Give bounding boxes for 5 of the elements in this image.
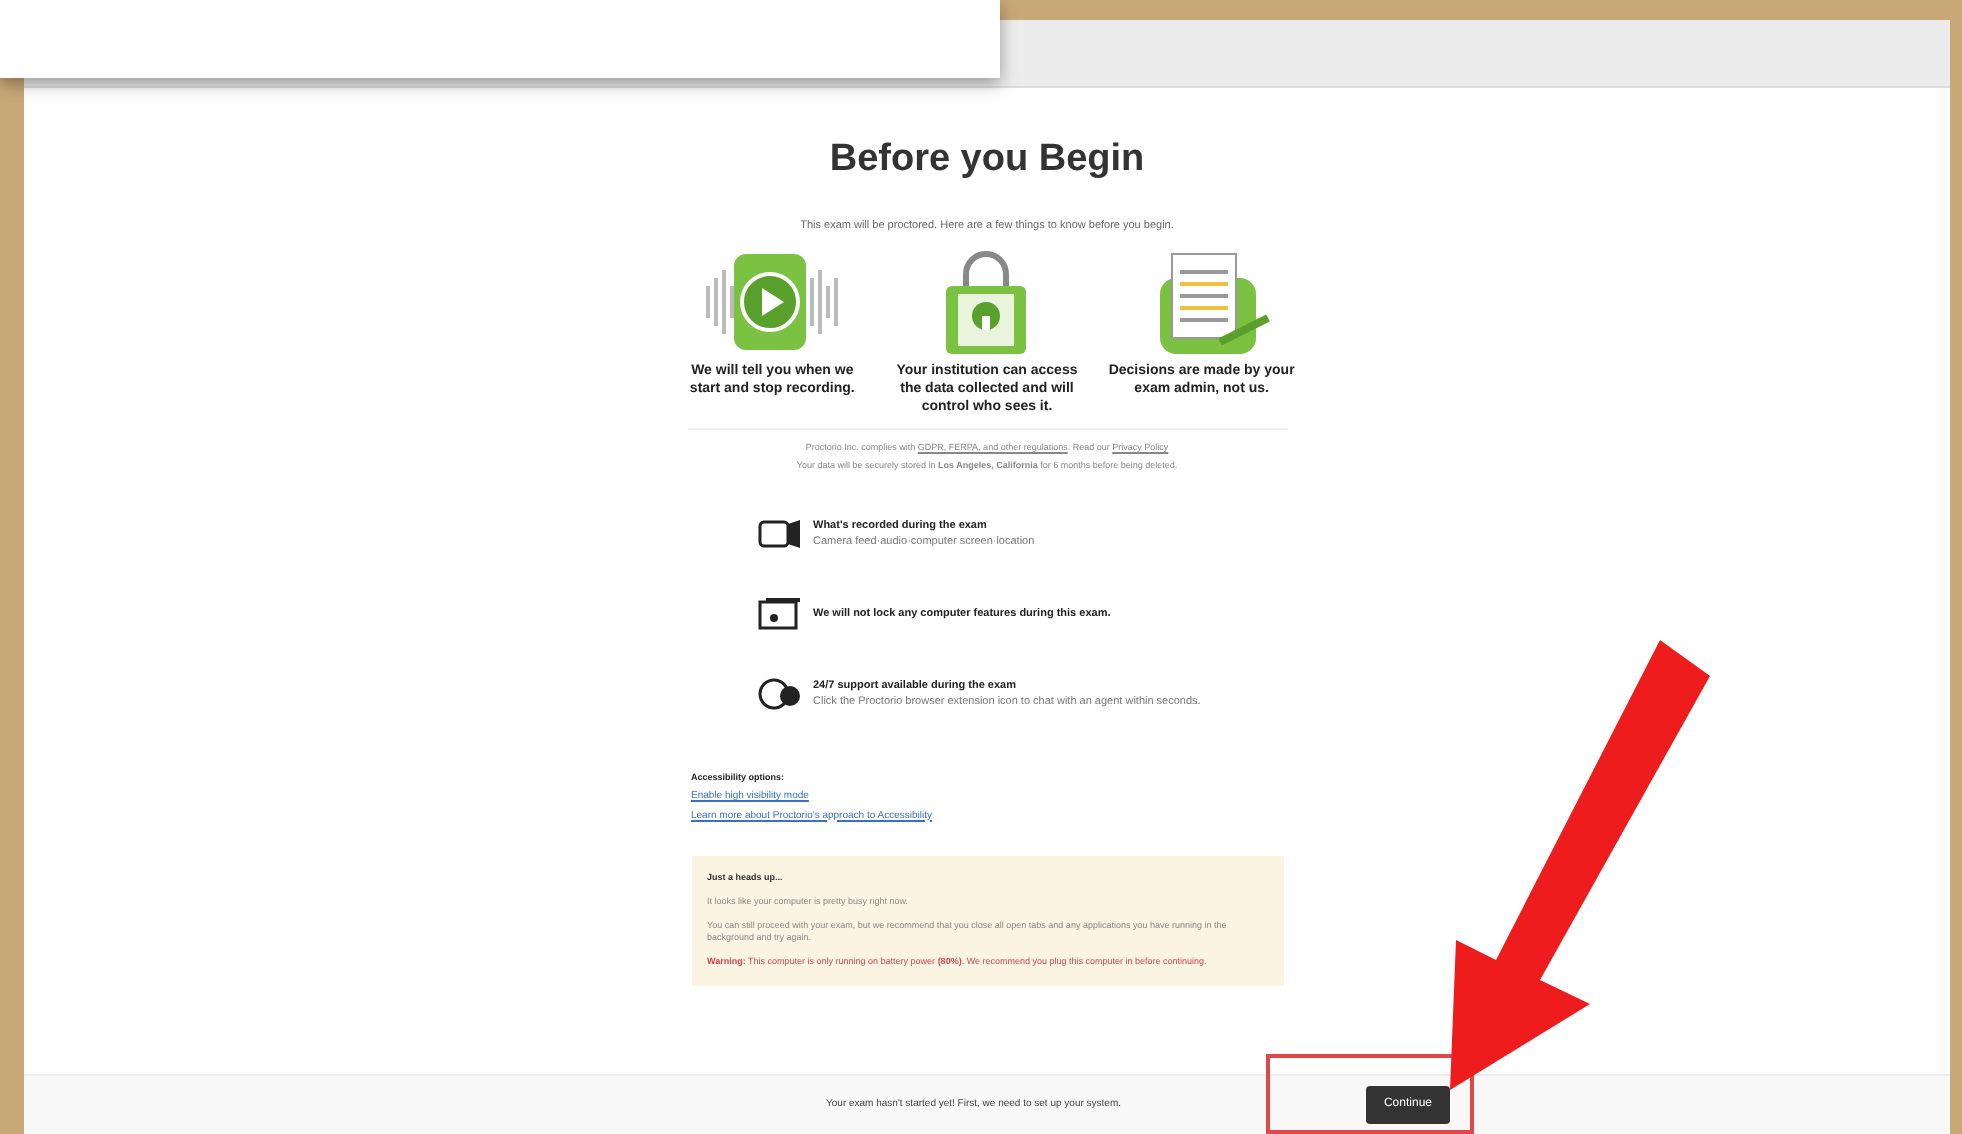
camera-icon bbox=[757, 516, 801, 553]
page-title: Before you Begin bbox=[829, 136, 1145, 184]
play-button-icon bbox=[702, 249, 843, 354]
monitor-icon bbox=[757, 596, 801, 633]
chat-bubble-icon bbox=[757, 676, 801, 713]
